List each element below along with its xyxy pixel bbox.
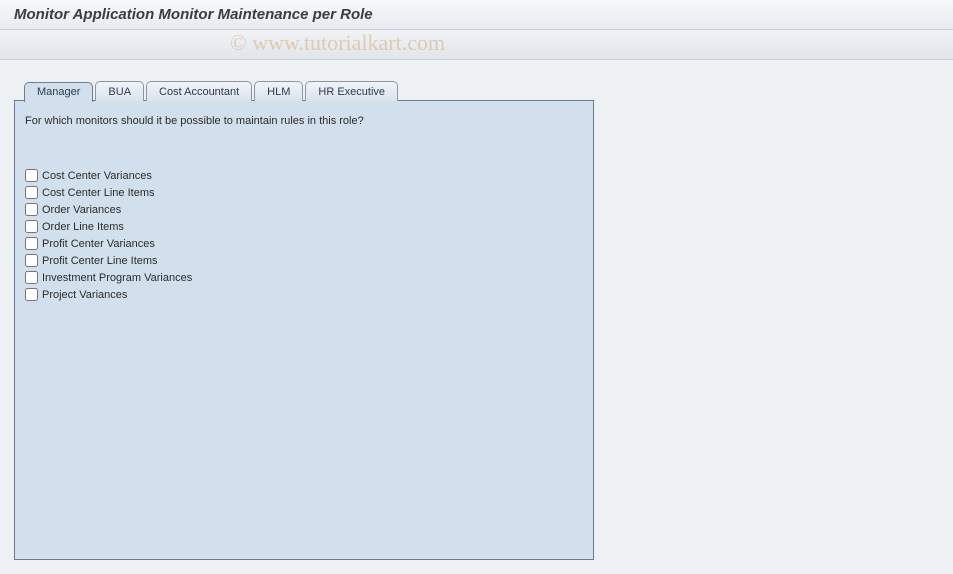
option-row-investment-program-variances: Investment Program Variances [25,271,583,284]
option-label[interactable]: Investment Program Variances [42,272,192,284]
checkbox-project-variances[interactable] [25,288,38,301]
checkbox-list: Cost Center Variances Cost Center Line I… [25,169,583,301]
tab-label: BUA [108,86,131,98]
checkbox-order-line-items[interactable] [25,220,38,233]
tab-label: Manager [37,86,80,98]
option-row-profit-center-variances: Profit Center Variances [25,237,583,250]
option-row-cost-center-line-items: Cost Center Line Items [25,186,583,199]
tab-hlm[interactable]: HLM [254,81,303,101]
option-row-cost-center-variances: Cost Center Variances [25,169,583,182]
option-label[interactable]: Order Line Items [42,221,124,233]
tab-cost-accountant[interactable]: Cost Accountant [146,81,252,101]
checkbox-cost-center-line-items[interactable] [25,186,38,199]
option-label[interactable]: Cost Center Line Items [42,187,155,199]
tab-row: Manager BUA Cost Accountant HLM HR Execu… [14,80,594,100]
checkbox-profit-center-variances[interactable] [25,237,38,250]
toolbar-strip [0,30,953,60]
tab-bua[interactable]: BUA [95,81,144,101]
option-label[interactable]: Order Variances [42,204,121,216]
panel-prompt: For which monitors should it be possible… [25,115,583,127]
option-row-order-variances: Order Variances [25,203,583,216]
page-title: Monitor Application Monitor Maintenance … [14,6,373,23]
option-row-project-variances: Project Variances [25,288,583,301]
checkbox-order-variances[interactable] [25,203,38,216]
header-bar: Monitor Application Monitor Maintenance … [0,0,953,30]
option-label[interactable]: Profit Center Line Items [42,255,158,267]
tab-container: Manager BUA Cost Accountant HLM HR Execu… [14,80,594,560]
checkbox-cost-center-variances[interactable] [25,169,38,182]
checkbox-investment-program-variances[interactable] [25,271,38,284]
tab-label: HR Executive [318,86,385,98]
tab-manager[interactable]: Manager [24,82,93,102]
option-row-order-line-items: Order Line Items [25,220,583,233]
tab-label: HLM [267,86,290,98]
checkbox-profit-center-line-items[interactable] [25,254,38,267]
tab-hr-executive[interactable]: HR Executive [305,81,398,101]
option-row-profit-center-line-items: Profit Center Line Items [25,254,583,267]
option-label[interactable]: Project Variances [42,289,127,301]
tab-label: Cost Accountant [159,86,239,98]
option-label[interactable]: Cost Center Variances [42,170,152,182]
content-area: Manager BUA Cost Accountant HLM HR Execu… [0,60,953,574]
option-label[interactable]: Profit Center Variances [42,238,155,250]
tab-panel: For which monitors should it be possible… [14,100,594,560]
